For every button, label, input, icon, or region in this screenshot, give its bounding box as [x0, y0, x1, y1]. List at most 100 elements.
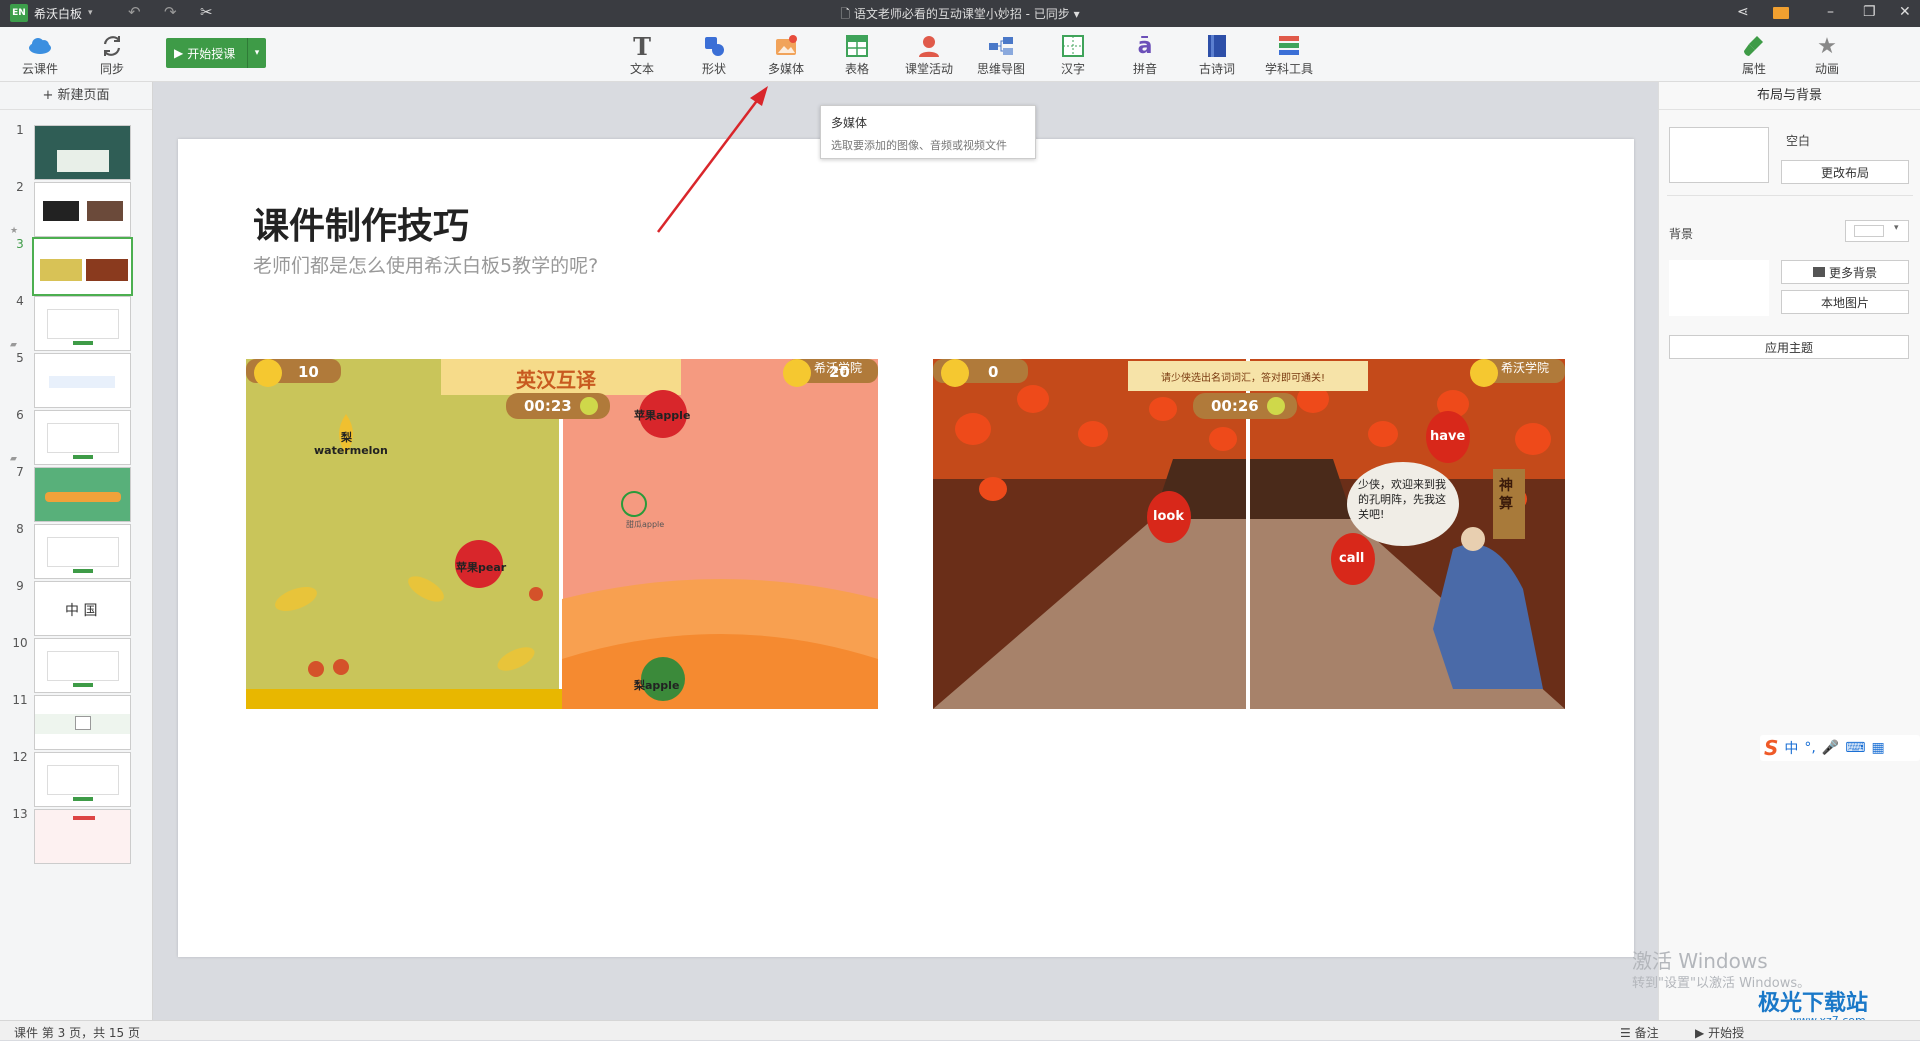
word-card: 梨 [341, 431, 352, 444]
close-icon[interactable]: ✕ [1899, 4, 1911, 20]
word-lantern: look [1153, 509, 1184, 524]
pinyin-icon: ā [1137, 33, 1153, 59]
canvas-area[interactable]: 课件制作技巧 老师们都是怎么使用希沃白板5教学的呢? 10 英汉互译 00:23… [153, 82, 1658, 1020]
score-left: 0 [988, 363, 999, 381]
main-toolbar: 云课件 同步 ▶ 开始授课 ▾ T 文本 形状 多媒体 表格 课堂活动 思维导图 … [0, 27, 1920, 82]
background-color-picker[interactable]: ▾ [1845, 220, 1909, 242]
word-lantern: have [1430, 429, 1466, 444]
brush-icon [1744, 36, 1763, 56]
page-thumbnail[interactable]: 11 [0, 693, 153, 753]
ime-toolbar[interactable]: S 中 °, 🎤 ⌨ ▦ [1760, 735, 1920, 761]
background-preview[interactable] [1669, 260, 1769, 316]
share-icon[interactable]: ⋖ [1737, 4, 1749, 20]
document-title[interactable]: 🗋 语文老师必看的互动课堂小妙招 - 已同步 ▾ [0, 5, 1920, 26]
page-thumbnail[interactable]: 8 [0, 522, 153, 582]
poetry-button[interactable]: 古诗词 [1185, 33, 1249, 77]
sogou-logo-icon: S [1764, 736, 1779, 760]
site-logo: 极光下载站 [1758, 991, 1869, 1016]
books-stack-icon [1279, 36, 1299, 55]
keyboard-icon[interactable]: ⌨ [1845, 740, 1865, 756]
image-icon [1812, 267, 1825, 277]
change-layout-button[interactable]: 更改布局 [1781, 160, 1909, 184]
shape-tool-button[interactable]: 形状 [682, 33, 746, 77]
apply-theme-button[interactable]: 应用主题 [1669, 335, 1909, 359]
play-icon: ▶ [174, 46, 184, 60]
speech-bubble: 少侠，欢迎来到我的孔明阵，先我这关吧! [1358, 478, 1446, 521]
multimedia-tool-button[interactable]: 多媒体 [754, 33, 818, 77]
more-background-button[interactable]: 更多背景 [1781, 260, 1909, 284]
page-thumbnail[interactable]: 6 ▰ [0, 408, 153, 468]
comment-icon: ▰ [10, 454, 17, 464]
layout-name: 空白 [1786, 134, 1811, 148]
tooltip-title: 多媒体 [831, 116, 868, 130]
subject-tools-button[interactable]: 学科工具 [1257, 33, 1321, 77]
divider [1667, 195, 1913, 196]
multimedia-tooltip: 多媒体 选取要添加的图像、音频或视频文件 [820, 105, 1036, 159]
activation-watermark: 激活 Windows [1632, 949, 1768, 973]
game-image-english-chinese[interactable]: 10 英汉互译 00:23 20 希沃学院 梨 watermelon 苹果app… [246, 359, 878, 709]
ime-language[interactable]: 中 [1784, 738, 1798, 758]
table-tool-button[interactable]: 表格 [825, 33, 889, 77]
status-bar: 课件 第 3 页，共 15 页 ☰ 备注 ▶ 开始授 [0, 1020, 1920, 1040]
table-icon [846, 35, 868, 57]
cloud-courseware-button[interactable]: 云课件 [8, 33, 72, 77]
pinyin-button[interactable]: ā 拼音 [1113, 33, 1177, 77]
annotation-arrow [657, 86, 768, 233]
star-icon: ★ [10, 226, 19, 236]
punctuation-icon[interactable]: °, [1804, 740, 1815, 756]
start-teaching-button[interactable]: ▶ 开始授课 ▾ [166, 38, 266, 68]
page-thumbnail[interactable]: 5 [0, 351, 153, 411]
chevron-down-icon[interactable]: ▾ [248, 48, 266, 58]
title-bar: EN 希沃白板 ▾ ↶ ↷ ✂ 🗋 语文老师必看的互动课堂小妙招 - 已同步 ▾… [0, 0, 1920, 27]
page-thumbnail[interactable]: 7 [0, 465, 153, 525]
mindmap-button[interactable]: 思维导图 [969, 33, 1033, 77]
mindmap-icon [989, 37, 1013, 55]
page-thumbnail[interactable]: 13 [0, 807, 153, 867]
restore-icon[interactable]: ❐ [1863, 4, 1876, 20]
panel-title: 布局与背景 [1659, 82, 1920, 110]
game-banner: 请少侠选出名词词汇，答对即可通关! [1161, 373, 1326, 384]
page-sidebar: + 新建页面 1 2 ★ 3 4 ▰ 5 6 ▰ 7 8 9 中 国 10 11… [0, 82, 153, 1020]
animation-button[interactable]: ★ 动画 [1795, 33, 1859, 77]
slide-subtitle[interactable]: 老师们都是怎么使用希沃白板5教学的呢? [253, 251, 598, 278]
word-lantern: call [1339, 551, 1365, 566]
grid-menu-icon[interactable]: ▦ [1872, 740, 1885, 756]
slide-title[interactable]: 课件制作技巧 [253, 197, 469, 249]
page-thumbnail[interactable]: 1 [0, 123, 153, 183]
slide[interactable]: 课件制作技巧 老师们都是怎么使用希沃白板5教学的呢? 10 英汉互译 00:23… [178, 139, 1634, 957]
game-timer: 00:26 [1211, 397, 1259, 415]
shape-icon [705, 37, 724, 56]
comment-icon: ▰ [10, 340, 17, 350]
character-grid-icon [1062, 35, 1084, 57]
word-card: 苹果apple [634, 409, 691, 422]
document-icon: 🗋 [840, 7, 850, 21]
page-thumbnail[interactable]: 10 [0, 636, 153, 696]
image-icon [776, 35, 797, 55]
new-page-button[interactable]: + 新建页面 [0, 82, 152, 110]
game-image-lantern[interactable]: 0 请少侠选出名词词汇，答对即可通关! 00:26 希沃学院 look have… [933, 359, 1565, 709]
page-thumbnail[interactable]: 4 ▰ [0, 294, 153, 354]
class-activity-button[interactable]: 课堂活动 [897, 33, 961, 77]
layout-preview[interactable] [1669, 127, 1769, 183]
game-timer: 00:23 [524, 397, 572, 415]
text-tool-button[interactable]: T 文本 [610, 31, 674, 77]
status-start-button[interactable]: ▶ 开始授 [1695, 1024, 1744, 1041]
properties-button[interactable]: 属性 [1722, 33, 1786, 77]
text-icon: T [633, 31, 651, 61]
message-icon[interactable] [1773, 7, 1789, 19]
background-label: 背景 [1669, 227, 1694, 241]
properties-panel: 布局与背景 空白 更改布局 背景 ▾ 更多背景 本地图片 应用主题 [1658, 82, 1920, 1020]
sync-icon [103, 36, 121, 56]
page-thumbnail[interactable]: 9 中 国 [0, 579, 153, 639]
local-image-button[interactable]: 本地图片 [1781, 290, 1909, 314]
sync-button[interactable]: 同步 [80, 33, 144, 77]
minimize-icon[interactable]: – [1827, 4, 1834, 20]
page-thumbnail[interactable]: 2 ★ [0, 180, 153, 240]
page-thumbnail[interactable]: 3 [0, 237, 153, 297]
microphone-icon[interactable]: 🎤 [1822, 740, 1839, 756]
notes-button[interactable]: ☰ 备注 [1620, 1024, 1659, 1041]
chinese-char-button[interactable]: 汉字 [1041, 33, 1105, 77]
word-card: 苹果pear [456, 561, 507, 574]
page-thumbnail[interactable]: 12 [0, 750, 153, 810]
score-left: 10 [298, 363, 319, 381]
